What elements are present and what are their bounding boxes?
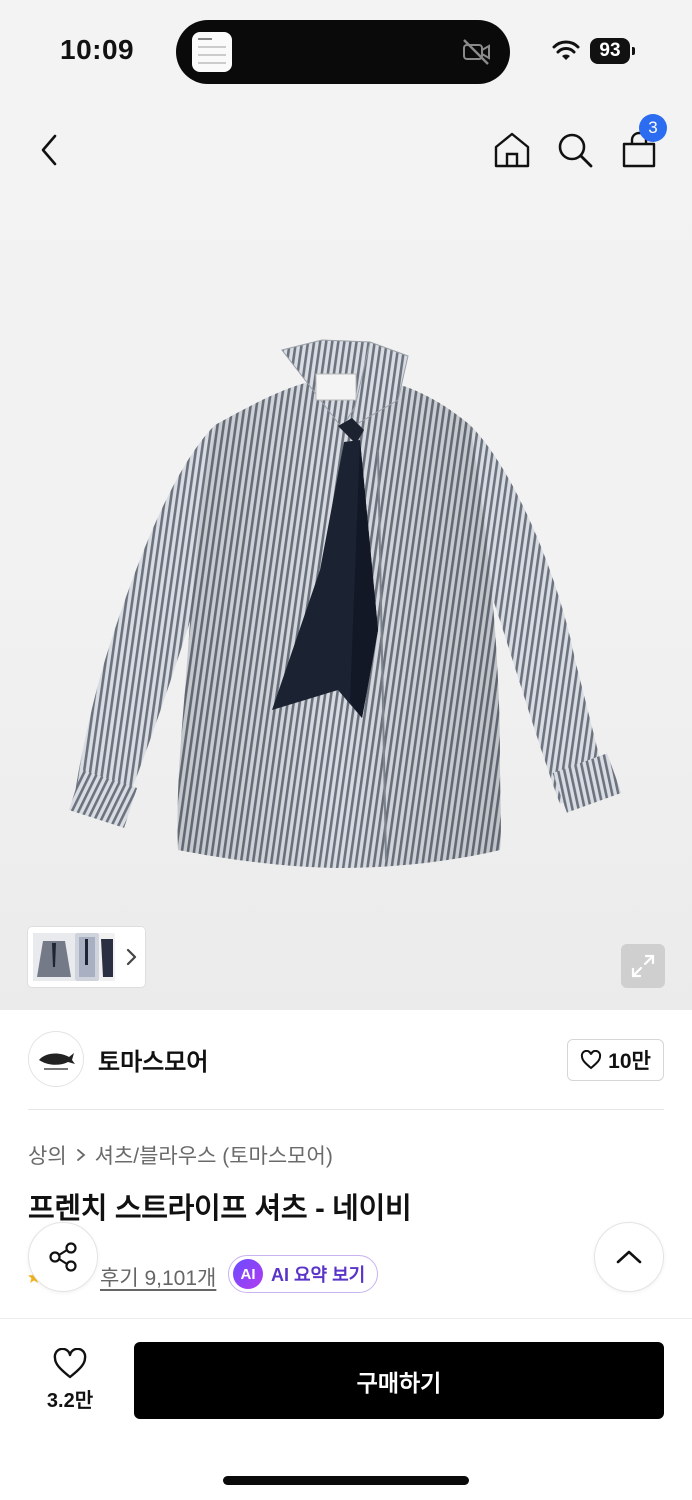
breadcrumb-category[interactable]: 상의 — [28, 1140, 67, 1170]
chevron-right-icon — [76, 1149, 86, 1161]
battery-indicator: 93 — [590, 38, 635, 64]
breadcrumb-subcategory[interactable]: 셔츠/블라우스 (토마스모어) — [95, 1140, 333, 1170]
ai-summary-button[interactable]: AI AI 요약 보기 — [228, 1255, 379, 1293]
wishlist-button[interactable]: 3.2만 — [30, 1342, 110, 1418]
fullscreen-button[interactable] — [621, 944, 665, 988]
home-button[interactable] — [490, 128, 534, 172]
heart-icon — [53, 1347, 87, 1378]
dynamic-island — [176, 20, 510, 84]
chevron-up-icon — [616, 1250, 642, 1264]
heart-icon — [581, 1050, 602, 1070]
cart-count-badge: 3 — [639, 114, 667, 142]
brand-logo[interactable] — [28, 1031, 84, 1087]
share-button[interactable] — [28, 1222, 98, 1292]
brand-like-button[interactable]: 10만 — [567, 1039, 664, 1081]
search-icon — [558, 133, 593, 168]
bottom-bar-divider — [0, 1318, 692, 1319]
product-title: 프렌치 스트라이프 셔츠 - 네이비 — [28, 1193, 412, 1225]
status-icons: 93 — [552, 38, 635, 64]
chevron-left-icon — [41, 134, 57, 166]
ai-badge-icon: AI — [233, 1259, 263, 1289]
brand-name[interactable]: 토마스모어 — [98, 1042, 208, 1077]
brand-like-count: 10만 — [608, 1050, 651, 1073]
divider — [28, 1109, 664, 1110]
scroll-to-top-button[interactable] — [594, 1222, 664, 1292]
review-count-link[interactable]: 후기 9,101개 — [100, 1262, 216, 1292]
whale-logo-icon — [39, 1053, 75, 1070]
wifi-icon — [552, 40, 580, 60]
back-button[interactable] — [28, 128, 72, 172]
search-button[interactable] — [553, 128, 597, 172]
cart-button[interactable]: 3 — [617, 114, 667, 172]
home-icon — [494, 132, 530, 168]
product-hero: 10:09 93 3 — [0, 0, 692, 1010]
buy-button[interactable]: 구매하기 — [134, 1342, 664, 1419]
wishlist-count: 3.2만 — [46, 1389, 94, 1412]
island-thumbnail — [192, 32, 232, 72]
thumbnail-2[interactable] — [75, 933, 99, 981]
camera-off-icon — [463, 39, 490, 65]
ai-summary-label: AI 요약 보기 — [271, 1265, 366, 1285]
breadcrumb: 상의 셔츠/블라우스 (토마스모어) — [28, 1140, 333, 1170]
product-image[interactable] — [60, 330, 630, 870]
thumbnail-3[interactable] — [99, 933, 115, 981]
thumbnail-1[interactable] — [33, 933, 75, 981]
status-time: 10:09 — [60, 34, 135, 65]
share-icon — [49, 1242, 77, 1272]
expand-icon — [631, 954, 655, 978]
chevron-right-icon[interactable] — [123, 945, 139, 969]
thumbnail-strip[interactable] — [28, 927, 145, 987]
home-indicator — [223, 1476, 469, 1485]
